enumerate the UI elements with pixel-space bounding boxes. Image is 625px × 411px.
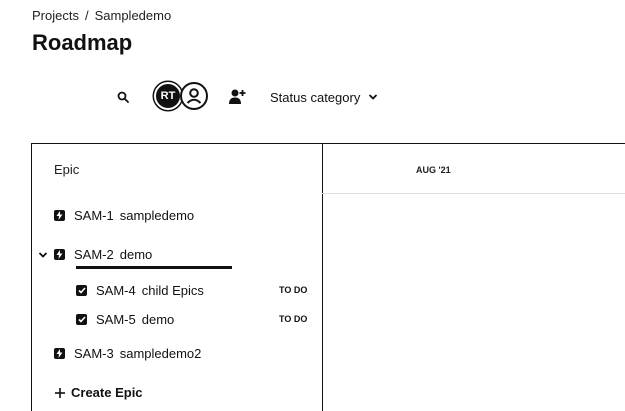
epic-row-sam-2[interactable]: SAM-2 demo xyxy=(54,247,152,262)
user-icon xyxy=(186,88,202,104)
epic-row-sam-3[interactable]: SAM-3 sampledemo2 xyxy=(54,346,201,361)
plus-icon xyxy=(55,387,65,398)
toolbar: RT Status category xyxy=(0,80,625,114)
timeline-month-header: AUG '21 xyxy=(416,165,451,175)
create-epic-button[interactable]: Create Epic xyxy=(54,385,143,400)
issue-summary: sampledemo2 xyxy=(119,346,202,361)
epic-column: Epic SAM-1 sampledemo SAM-2 demo SAM-4 c… xyxy=(31,144,323,411)
checkbox-task-icon xyxy=(76,314,87,325)
breadcrumb-project-link[interactable]: Sampledemo xyxy=(95,8,172,23)
page-title: Roadmap xyxy=(32,30,133,55)
epic-lightning-icon xyxy=(54,249,65,260)
epic-lightning-icon xyxy=(54,348,65,359)
search-icon[interactable] xyxy=(113,87,133,107)
avatar-initials: RT xyxy=(160,90,176,102)
avatar-generic[interactable] xyxy=(180,82,208,110)
issue-key: SAM-2 xyxy=(74,247,114,262)
chevron-down-icon[interactable] xyxy=(37,249,49,261)
issue-summary: sampledemo xyxy=(119,208,195,223)
issue-summary: child Epics xyxy=(141,283,204,298)
child-row-sam-5[interactable]: SAM-5 demo xyxy=(76,312,174,327)
issue-key: SAM-1 xyxy=(74,208,114,223)
chevron-down-icon xyxy=(369,94,378,100)
roadmap-page: Projects / Sampledemo Roadmap RT Status … xyxy=(0,0,625,411)
selected-row-indicator xyxy=(76,266,232,269)
epic-column-header: Epic xyxy=(54,162,80,177)
issue-key: SAM-5 xyxy=(96,312,136,327)
status-badge: TO DO xyxy=(279,285,308,295)
child-row-sam-4[interactable]: SAM-4 child Epics xyxy=(76,283,204,298)
status-category-label: Status category xyxy=(270,89,361,105)
roadmap-grid: Epic SAM-1 sampledemo SAM-2 demo SAM-4 c… xyxy=(31,143,625,411)
issue-key: SAM-4 xyxy=(96,283,136,298)
epic-row-sam-1[interactable]: SAM-1 sampledemo xyxy=(54,208,194,223)
status-category-dropdown[interactable]: Status category xyxy=(270,86,378,108)
breadcrumb: Projects / Sampledemo xyxy=(32,8,171,23)
breadcrumb-separator: / xyxy=(84,8,89,23)
issue-summary: demo xyxy=(119,247,153,262)
status-badge: TO DO xyxy=(279,314,308,324)
add-person-icon[interactable] xyxy=(226,86,248,108)
epic-lightning-icon xyxy=(54,210,65,221)
issue-summary: demo xyxy=(141,312,175,327)
breadcrumb-projects-link[interactable]: Projects xyxy=(32,8,79,23)
avatar-rt[interactable]: RT xyxy=(154,82,182,110)
create-epic-label: Create Epic xyxy=(71,385,143,400)
checkbox-task-icon xyxy=(76,285,87,296)
issue-key: SAM-3 xyxy=(74,346,114,361)
timeline-header-divider xyxy=(321,193,625,194)
